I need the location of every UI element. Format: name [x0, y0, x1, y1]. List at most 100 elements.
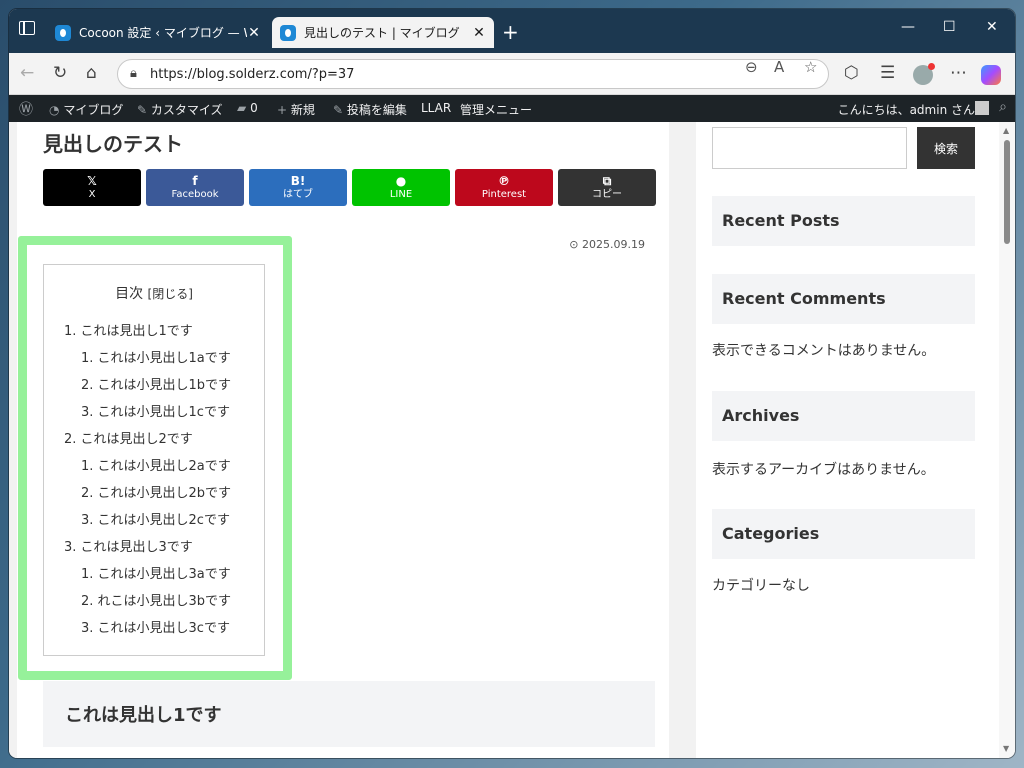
- sidebar: 検索 Recent Posts Recent Comments 表示できるコメン…: [696, 122, 999, 758]
- refresh-icon[interactable]: ↻: [53, 63, 67, 83]
- widget-title-recent-comments: Recent Comments: [712, 274, 975, 324]
- admin-bar-comments[interactable]: ▰ 0: [237, 101, 258, 115]
- share-x-button[interactable]: 𝕏 X: [43, 169, 141, 206]
- read-aloud-icon[interactable]: A: [774, 58, 784, 76]
- admin-bar-new-label: 新規: [290, 103, 315, 117]
- plus-icon: +: [277, 103, 288, 117]
- favorites-icon[interactable]: ☰: [880, 63, 895, 83]
- admin-bar-edit-post[interactable]: ✎ 投稿を編集: [333, 101, 407, 118]
- share-copy-button[interactable]: ⧉ コピー: [558, 169, 656, 206]
- admin-bar-llar[interactable]: LLAR: [421, 101, 451, 115]
- minimize-icon[interactable]: —: [901, 19, 915, 35]
- maximize-icon[interactable]: ☐: [943, 19, 956, 35]
- wordpress-logo-icon[interactable]: Ⓦ: [19, 99, 33, 119]
- toc-toggle[interactable]: [閉じる]: [148, 287, 193, 301]
- pinterest-icon: ℗: [498, 174, 510, 189]
- admin-bar-site-label: マイブログ: [63, 103, 124, 117]
- widget-title-archives: Archives: [712, 391, 975, 441]
- admin-bar-greeting[interactable]: こんにちは、admin さん: [838, 101, 975, 118]
- wordpress-favicon-icon: [280, 24, 296, 41]
- toc-item[interactable]: 2. これは小見出し1bです: [64, 377, 231, 404]
- page-viewport: 見出しのテスト 𝕏 X f Facebook B! はてブ ● LINE ℗ P…: [9, 122, 999, 758]
- share-buttons: 𝕏 X f Facebook B! はてブ ● LINE ℗ Pinterest…: [43, 169, 656, 206]
- tab-bar: Cocoon 設定 ‹ マイブログ — WordP ✕ 見出しのテスト | マイ…: [9, 9, 1015, 53]
- toc-item[interactable]: 1. これは見出し1です: [64, 323, 231, 350]
- comment-count: 0: [250, 101, 258, 115]
- admin-bar-customize[interactable]: ✎ カスタマイズ: [137, 101, 223, 118]
- address-bar[interactable]: 🔒︎ https://blog.solderz.com/?p=37: [117, 59, 829, 89]
- scroll-thumb[interactable]: [1004, 140, 1010, 244]
- tab-title: 見出しのテスト | マイブログ: [304, 26, 460, 40]
- toc-item[interactable]: 1. これは小見出し3aです: [64, 566, 231, 593]
- admin-avatar[interactable]: [975, 101, 989, 115]
- admin-bar-customize-label: カスタマイズ: [150, 103, 223, 117]
- share-hatebu-button[interactable]: B! はてブ: [249, 169, 347, 206]
- tab-heading-test[interactable]: 見出しのテスト | マイブログ ✕: [272, 17, 494, 48]
- zoom-icon[interactable]: ⊖: [745, 58, 758, 76]
- close-tab-icon[interactable]: ✕: [247, 25, 261, 41]
- toc-title-text: 目次: [115, 286, 144, 302]
- pencil-icon: ✎: [333, 103, 344, 117]
- facebook-icon: f: [192, 174, 198, 189]
- admin-bar-admin-menu[interactable]: 管理メニュー: [460, 101, 532, 118]
- share-line-button[interactable]: ● LINE: [352, 169, 450, 206]
- share-label: X: [88, 188, 96, 200]
- widget-text-categories: カテゴリーなし: [712, 578, 810, 594]
- tab-title: Cocoon 設定 ‹ マイブログ — WordP: [79, 26, 247, 40]
- page-scrollbar[interactable]: ▲ ▼: [999, 122, 1015, 758]
- copilot-icon[interactable]: [981, 65, 1001, 85]
- tab-cocoon-settings[interactable]: Cocoon 設定 ‹ マイブログ — WordP ✕: [47, 17, 269, 48]
- toc-item[interactable]: 1. これは小見出し1aです: [64, 350, 231, 377]
- widget-text-recent-comments: 表示できるコメントはありません。: [712, 343, 936, 359]
- scroll-down-icon[interactable]: ▼: [1003, 744, 1009, 753]
- favorite-star-icon[interactable]: ☆: [804, 58, 817, 76]
- x-icon: 𝕏: [87, 174, 97, 189]
- navigation-bar: ← ↻ ⌂ 🔒︎ https://blog.solderz.com/?p=37 …: [9, 53, 1015, 95]
- line-icon: ●: [395, 174, 407, 189]
- wp-admin-bar: Ⓦ ◔ マイブログ ✎ カスタマイズ ▰ 0 + 新規 ✎ 投稿を編集 LLAR…: [9, 95, 1015, 122]
- admin-bar-site[interactable]: ◔ マイブログ: [49, 101, 123, 118]
- new-tab-icon[interactable]: +: [502, 20, 519, 44]
- close-tab-icon[interactable]: ✕: [472, 25, 486, 41]
- extensions-icon[interactable]: ⬡: [844, 63, 859, 83]
- scroll-up-icon[interactable]: ▲: [1003, 126, 1009, 135]
- comment-icon: ▰: [237, 101, 247, 115]
- dashboard-icon: ◔: [49, 103, 60, 117]
- share-pinterest-button[interactable]: ℗ Pinterest: [455, 169, 553, 206]
- toc-item[interactable]: 1. これは小見出し2aです: [64, 458, 231, 485]
- site-info-icon[interactable]: 🔒︎: [130, 66, 137, 81]
- wordpress-favicon-icon: [55, 24, 71, 41]
- share-label: はてブ: [283, 188, 313, 200]
- toc-item[interactable]: 2. れこは小見出し3bです: [64, 593, 231, 620]
- profile-avatar[interactable]: [913, 63, 935, 85]
- toc-item[interactable]: 3. これは見出し3です: [64, 539, 231, 566]
- toc-item[interactable]: 2. これは小見出し2bです: [64, 485, 231, 512]
- main-content: 見出しのテスト 𝕏 X f Facebook B! はてブ ● LINE ℗ P…: [17, 122, 669, 758]
- section-heading: これは見出し1です: [43, 681, 655, 747]
- share-label: LINE: [389, 188, 413, 200]
- admin-bar-edit-label: 投稿を編集: [346, 103, 407, 117]
- widget-title-recent-posts: Recent Posts: [712, 196, 975, 246]
- table-of-contents: 目次 [閉じる] 1. これは見出し1です 1. これは小見出し1aです 2. …: [43, 264, 265, 656]
- more-icon[interactable]: ⋯: [950, 63, 967, 83]
- toc-item[interactable]: 3. これは小見出し2cです: [64, 512, 231, 539]
- clock-icon: ⊙: [569, 238, 579, 251]
- search-input[interactable]: [712, 127, 907, 169]
- toc-item[interactable]: 2. これは見出し2です: [64, 431, 231, 458]
- home-icon[interactable]: ⌂: [86, 63, 97, 83]
- search-icon[interactable]: ⌕: [999, 99, 1007, 115]
- sidebar-toggle-icon[interactable]: [19, 21, 35, 35]
- admin-bar-new[interactable]: + 新規: [277, 101, 315, 118]
- widget-text-archives: 表示するアーカイブはありません。: [712, 462, 935, 478]
- share-label: Facebook: [171, 188, 219, 200]
- back-icon[interactable]: ←: [20, 63, 34, 83]
- toc-item[interactable]: 3. これは小見出し1cです: [64, 404, 231, 431]
- share-facebook-button[interactable]: f Facebook: [146, 169, 244, 206]
- post-date: ⊙ 2025.09.19: [569, 238, 645, 251]
- search-button[interactable]: 検索: [917, 127, 975, 169]
- toc-list: 1. これは見出し1です 1. これは小見出し1aです 2. これは小見出し1b…: [64, 323, 231, 647]
- close-window-icon[interactable]: ✕: [986, 19, 998, 35]
- url-text: https://blog.solderz.com/?p=37: [150, 66, 355, 82]
- toc-item[interactable]: 3. これは小見出し3cです: [64, 620, 231, 647]
- share-label: Pinterest: [481, 188, 527, 200]
